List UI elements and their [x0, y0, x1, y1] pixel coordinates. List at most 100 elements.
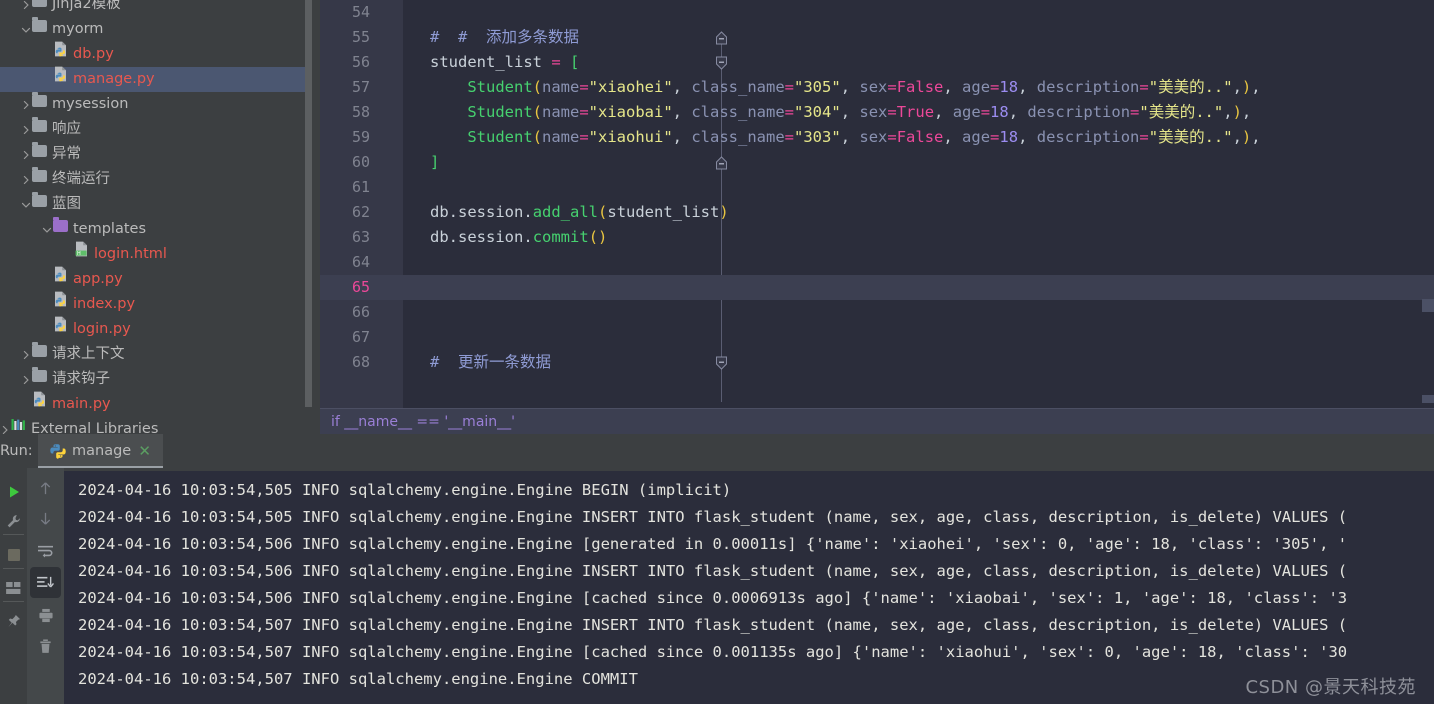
line-number: 58	[351, 103, 370, 121]
run-button[interactable]	[0, 478, 27, 505]
code-text: student_list = [	[430, 53, 580, 71]
chevron-right-icon[interactable]	[19, 342, 32, 367]
folder-icon	[32, 91, 47, 116]
divider	[3, 534, 24, 535]
tree-item-folder[interactable]: templates	[0, 217, 312, 242]
tree-item-file[interactable]: app.py	[0, 266, 312, 292]
line-number: 60	[351, 153, 370, 171]
printer-icon[interactable]	[30, 600, 61, 631]
tree-item-label: 响应	[52, 121, 81, 137]
run-tab-manage[interactable]: manage ✕	[38, 434, 163, 468]
console-line: 2024-04-16 10:03:54,507 INFO sqlalchemy.…	[78, 670, 638, 688]
fold-end-icon[interactable]	[715, 31, 728, 45]
editor-marker-strip[interactable]	[1422, 0, 1434, 408]
line-number: 68	[351, 353, 370, 371]
chevron-right-icon[interactable]	[19, 117, 32, 142]
chevron-down-icon[interactable]	[19, 17, 32, 42]
code-line[interactable]: 64	[320, 250, 1434, 275]
close-icon[interactable]: ✕	[138, 434, 151, 468]
code-line[interactable]: 56 student_list = [	[320, 50, 1434, 75]
code-text: db.session.add_all(student_list)	[430, 203, 729, 221]
tree-item-folder[interactable]: mysession	[0, 92, 312, 117]
tree-item-label: 请求钩子	[52, 371, 110, 387]
pin-icon[interactable]	[0, 608, 27, 635]
tree-item-label: templates	[73, 221, 147, 237]
tree-item-label: db.py	[73, 46, 114, 62]
tree-item-file[interactable]: Hlogin.html	[0, 241, 312, 267]
code-line[interactable]: 63 db.session.commit()	[320, 225, 1434, 250]
tree-item-file[interactable]: db.py	[0, 41, 312, 67]
tree-item-folder[interactable]: External Libraries	[0, 417, 312, 434]
chevron-down-icon[interactable]	[40, 217, 53, 242]
code-line[interactable]: 67	[320, 325, 1434, 350]
code-text: Student(name="xiaobai", class_name="304"…	[467, 103, 1252, 121]
arrow-up-icon[interactable]	[30, 473, 61, 504]
tree-item-label: mysession	[52, 96, 129, 112]
code-line[interactable]: 68 # 更新一条数据	[320, 350, 1434, 375]
chevron-down-icon[interactable]	[19, 192, 32, 217]
python-file-icon	[53, 266, 68, 291]
tree-item-file[interactable]: index.py	[0, 291, 312, 317]
wrap-icon[interactable]	[30, 536, 61, 567]
tree-item-folder[interactable]: 响应	[0, 117, 312, 142]
code-text: db.session.commit()	[430, 228, 608, 246]
tree-item-file[interactable]: manage.py	[0, 66, 312, 92]
console-line: 2024-04-16 10:03:54,507 INFO sqlalchemy.…	[78, 616, 1348, 634]
code-line[interactable]: 62 db.session.add_all(student_list)	[320, 200, 1434, 225]
divider	[3, 601, 24, 602]
scroll-end-icon[interactable]	[30, 567, 61, 598]
tree-item-folder[interactable]: Jinja2模板	[0, 0, 312, 17]
chevron-right-icon[interactable]	[19, 167, 32, 192]
line-number: 66	[351, 303, 370, 321]
stop-button[interactable]	[0, 541, 27, 568]
tree-item-file[interactable]: main.py	[0, 391, 312, 417]
wrench-icon[interactable]	[0, 508, 27, 535]
tree-item-folder[interactable]: 异常	[0, 142, 312, 167]
code-line[interactable]: 60]	[320, 150, 1434, 175]
console-line: 2024-04-16 10:03:54,505 INFO sqlalchemy.…	[78, 508, 1348, 526]
arrow-down-icon[interactable]	[30, 503, 61, 534]
line-number: 57	[351, 78, 370, 96]
chevron-right-icon[interactable]	[0, 417, 11, 434]
line-number: 63	[351, 228, 370, 246]
fold-collapse-icon[interactable]	[715, 356, 728, 370]
console-output[interactable]: 2024-04-16 10:03:54,505 INFO sqlalchemy.…	[64, 468, 1434, 704]
svg-text:H: H	[77, 251, 81, 257]
folder-icon	[32, 16, 47, 41]
code-line[interactable]: 65	[320, 275, 1434, 300]
code-line[interactable]: 66	[320, 300, 1434, 325]
code-line[interactable]: 57 Student(name="xiaohei", class_name="3…	[320, 75, 1434, 100]
tree-item-label: index.py	[73, 296, 136, 312]
tree-item-folder[interactable]: 终端运行	[0, 167, 312, 192]
console-line: 2024-04-16 10:03:54,506 INFO sqlalchemy.…	[78, 535, 1348, 553]
project-tree-panel[interactable]: Jinja2模板 myorm db.py manage.py mysession 响应异常…	[0, 0, 320, 434]
line-number: 67	[351, 328, 370, 346]
tree-item-label: manage.py	[73, 71, 155, 87]
folder-icon	[32, 341, 47, 366]
fold-end-icon[interactable]	[715, 156, 728, 170]
chevron-right-icon[interactable]	[19, 92, 32, 117]
code-line[interactable]: 55 # # 添加多条数据	[320, 25, 1434, 50]
tree-item-folder[interactable]: 请求上下文	[0, 342, 312, 367]
code-line[interactable]: 58 Student(name="xiaobai", class_name="3…	[320, 100, 1434, 125]
line-number: 54	[351, 3, 370, 21]
chevron-right-icon[interactable]	[19, 367, 32, 392]
code-editor[interactable]: 54 55 # # 添加多条数据 56 student_list = [57 Stude…	[320, 0, 1434, 434]
layout-icon[interactable]	[0, 574, 27, 601]
project-tree-scrollbar[interactable]	[305, 0, 312, 407]
chevron-right-icon[interactable]	[19, 0, 32, 17]
tree-item-folder[interactable]: 请求钩子	[0, 367, 312, 392]
code-line[interactable]: 59 Student(name="xiaohui", class_name="3…	[320, 125, 1434, 150]
fold-collapse-icon[interactable]	[715, 56, 728, 70]
tree-item-file[interactable]: login.py	[0, 316, 312, 342]
editor-breadcrumb[interactable]: if __name__ == '__main__'	[320, 408, 1434, 434]
trash-icon[interactable]	[30, 631, 61, 662]
tree-item-folder[interactable]: 蓝图	[0, 192, 312, 217]
line-number: 55	[351, 28, 370, 46]
code-line[interactable]: 61	[320, 175, 1434, 200]
folder-icon	[32, 0, 47, 16]
code-line[interactable]: 54	[320, 0, 1434, 25]
chevron-right-icon[interactable]	[19, 142, 32, 167]
tree-item-label: main.py	[52, 396, 111, 412]
tree-item-folder[interactable]: myorm	[0, 17, 312, 42]
